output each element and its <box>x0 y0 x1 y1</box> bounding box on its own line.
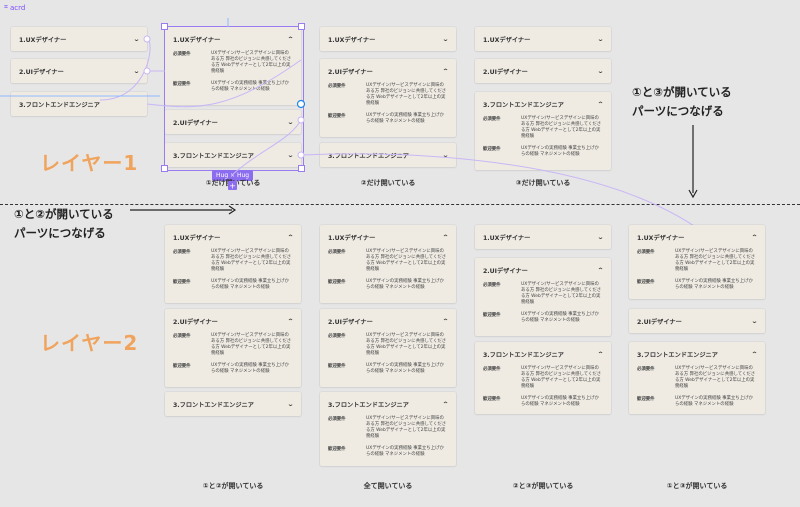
resize-handle[interactable] <box>298 165 305 172</box>
accordion-title: 2.UIデザイナー <box>483 267 528 275</box>
accordion-item-ux-open[interactable]: 1.UXデザイナー ⌃ 必須要件 UXデザイン/サービスデザインに興味のある方 弊社… <box>165 225 301 303</box>
accordion-item-ui[interactable]: 2.UIデザイナー ⌄ <box>629 309 765 333</box>
chevron-down-icon: ⌄ <box>132 67 141 75</box>
accordion-item-fe-open[interactable]: 3.フロントエンドエンジニア ⌃ 必須要件 UXデザイン/サービスデザインに興味のあ… <box>320 392 456 466</box>
accordion-title: 2.UIデザイナー <box>173 318 218 326</box>
annotation-note: ①と②が開いている パーツにつなげる <box>14 207 114 240</box>
accordion-item-ui[interactable]: 2.UIデザイナー ⌄ <box>11 59 147 83</box>
accordion-item-ui-open[interactable]: 2.UIデザイナー ⌃ 必須要件 UXデザイン/サービスデザインに興味のある方 弊社… <box>320 309 456 387</box>
accordion-title: 2.UIデザイナー <box>19 68 64 76</box>
column-label: ③だけ開いている <box>515 179 571 187</box>
accordion-item-ui-open[interactable]: 2.UIデザイナー ⌃ 必須要件 UXデザイン/サービスデザインに興味のある方 弊社… <box>165 309 301 387</box>
chevron-up-icon: ⌃ <box>441 233 450 241</box>
frame-icon: ⌗ <box>4 3 8 11</box>
column-label: ①だけ開いている <box>205 179 261 187</box>
accordion-item-fe[interactable]: 3.フロントエンドエンジニア ⌄ <box>165 392 301 416</box>
chevron-down-icon: ⌄ <box>596 35 605 43</box>
column-label: 全て開いている <box>363 482 413 490</box>
chevron-up-icon: ⌃ <box>441 400 450 408</box>
accordion-title: 2.UIデザイナー <box>483 68 528 76</box>
accordion-title: 1.UXデザイナー <box>328 36 376 44</box>
accordion-title: 3.フロントエンドエンジニア <box>19 101 100 109</box>
chevron-down-icon: ⌄ <box>441 151 450 159</box>
accordion-title: 1.UXデザイナー <box>637 234 685 242</box>
accordion-title: 1.UXデザイナー <box>173 234 221 242</box>
chevron-up-icon: ⌃ <box>596 266 605 274</box>
accordion-title: 2.UIデザイナー <box>637 318 682 326</box>
column-label: ①と②が開いている <box>202 482 264 490</box>
chevron-up-icon: ⌃ <box>750 350 759 358</box>
chevron-up-icon: ⌃ <box>286 233 295 241</box>
chevron-up-icon: ⌃ <box>441 67 450 75</box>
accordion-title: 2.UIデザイナー <box>328 318 373 326</box>
accordion-item-fe-open[interactable]: 3.フロントエンドエンジニア ⌃ 必須要件 UXデザイン/サービスデザインに興味のあ… <box>629 342 765 414</box>
accordion-item-ux-open[interactable]: 1.UXデザイナー ⌃ 必須要件 UXデザイン/サービスデザインに興味のある方 弊社… <box>629 225 765 299</box>
section-divider <box>0 204 800 205</box>
accordion-item-fe[interactable]: 3.フロントエンドエンジニア ⌄ <box>320 143 456 167</box>
annotation-note: ①と③が開いている パーツにつなげる <box>632 85 732 118</box>
chevron-down-icon: ⌄ <box>596 233 605 241</box>
layer-label: レイヤー2 <box>40 331 139 355</box>
column-label: ②だけ開いている <box>360 179 416 187</box>
accordion-title: 1.UXデザイナー <box>483 36 531 44</box>
accordion-title: 1.UXデザイナー <box>19 36 67 44</box>
accordion-item-ux[interactable]: 1.UXデザイナー ⌄ <box>11 27 147 51</box>
accordion-title: 3.フロントエンドエンジニア <box>328 401 409 409</box>
chevron-up-icon: ⌃ <box>750 233 759 241</box>
accordion-title: 3.フロントエンドエンジニア <box>328 152 409 160</box>
chevron-up-icon: ⌃ <box>596 350 605 358</box>
accordion-title: 3.フロントエンドエンジニア <box>637 351 718 359</box>
accordion-title: 1.UXデザイナー <box>483 234 531 242</box>
accordion-title: 2.UIデザイナー <box>328 68 373 76</box>
chevron-up-icon: ⌃ <box>441 317 450 325</box>
selection-box[interactable] <box>164 26 304 171</box>
chevron-up-icon: ⌃ <box>596 100 605 108</box>
accordion-item-ui-open[interactable]: 2.UIデザイナー ⌃ 必須要件 UXデザイン/サービスデザインに興味のある方 弊社… <box>320 59 456 137</box>
chevron-down-icon: ⌄ <box>596 67 605 75</box>
chevron-down-icon: ⌄ <box>441 35 450 43</box>
column-label: ①と③が開いている <box>666 482 728 490</box>
resize-handle[interactable] <box>161 165 168 172</box>
resize-handle[interactable] <box>161 23 168 30</box>
frame-label[interactable]: ⌗ acrd <box>4 3 25 12</box>
accordion-item-ux[interactable]: 1.UXデザイナー ⌄ <box>320 27 456 51</box>
column-label: ②と③が開いている <box>512 482 574 490</box>
accordion-item-fe-open[interactable]: 3.フロントエンドエンジニア ⌃ 必須要件 UXデザイン/サービスデザインに興味のあ… <box>475 92 611 170</box>
chevron-up-icon: ⌃ <box>286 317 295 325</box>
accordion-item-ux[interactable]: 1.UXデザイナー ⌄ <box>475 27 611 51</box>
accordion-item-fe-open[interactable]: 3.フロントエンドエンジニア ⌃ 必須要件 UXデザイン/サービスデザインに興味のあ… <box>475 342 611 414</box>
accordion-title: 3.フロントエンドエンジニア <box>483 101 564 109</box>
chevron-down-icon: ⌄ <box>286 400 295 408</box>
accordion-item-ux-open[interactable]: 1.UXデザイナー ⌃ 必須要件 UXデザイン/サービスデザインに興味のある方 弊社… <box>320 225 456 303</box>
chevron-down-icon: ⌄ <box>750 317 759 325</box>
accordion-item-ux[interactable]: 1.UXデザイナー ⌄ <box>475 225 611 249</box>
layer-label: レイヤー1 <box>40 151 139 175</box>
accordion-title: 1.UXデザイナー <box>328 234 376 242</box>
accordion-title: 3.フロントエンドエンジニア <box>173 401 254 409</box>
accordion-item-ui-open[interactable]: 2.UIデザイナー ⌃ 必須要件 UXデザイン/サービスデザインに興味のある方 弊社… <box>475 258 611 336</box>
accordion-item-fe[interactable]: 3.フロントエンドエンジニア <box>11 92 147 116</box>
design-canvas: ⌗ acrd 1.UXデザイナー ⌄ 2.UIデザイナー ⌄ 3.フロントエンドエン… <box>0 0 800 507</box>
chevron-down-icon: ⌄ <box>132 35 141 43</box>
accordion-item-ui[interactable]: 2.UIデザイナー ⌄ <box>475 59 611 83</box>
resize-handle[interactable] <box>298 23 305 30</box>
accordion-title: 3.フロントエンドエンジニア <box>483 351 564 359</box>
